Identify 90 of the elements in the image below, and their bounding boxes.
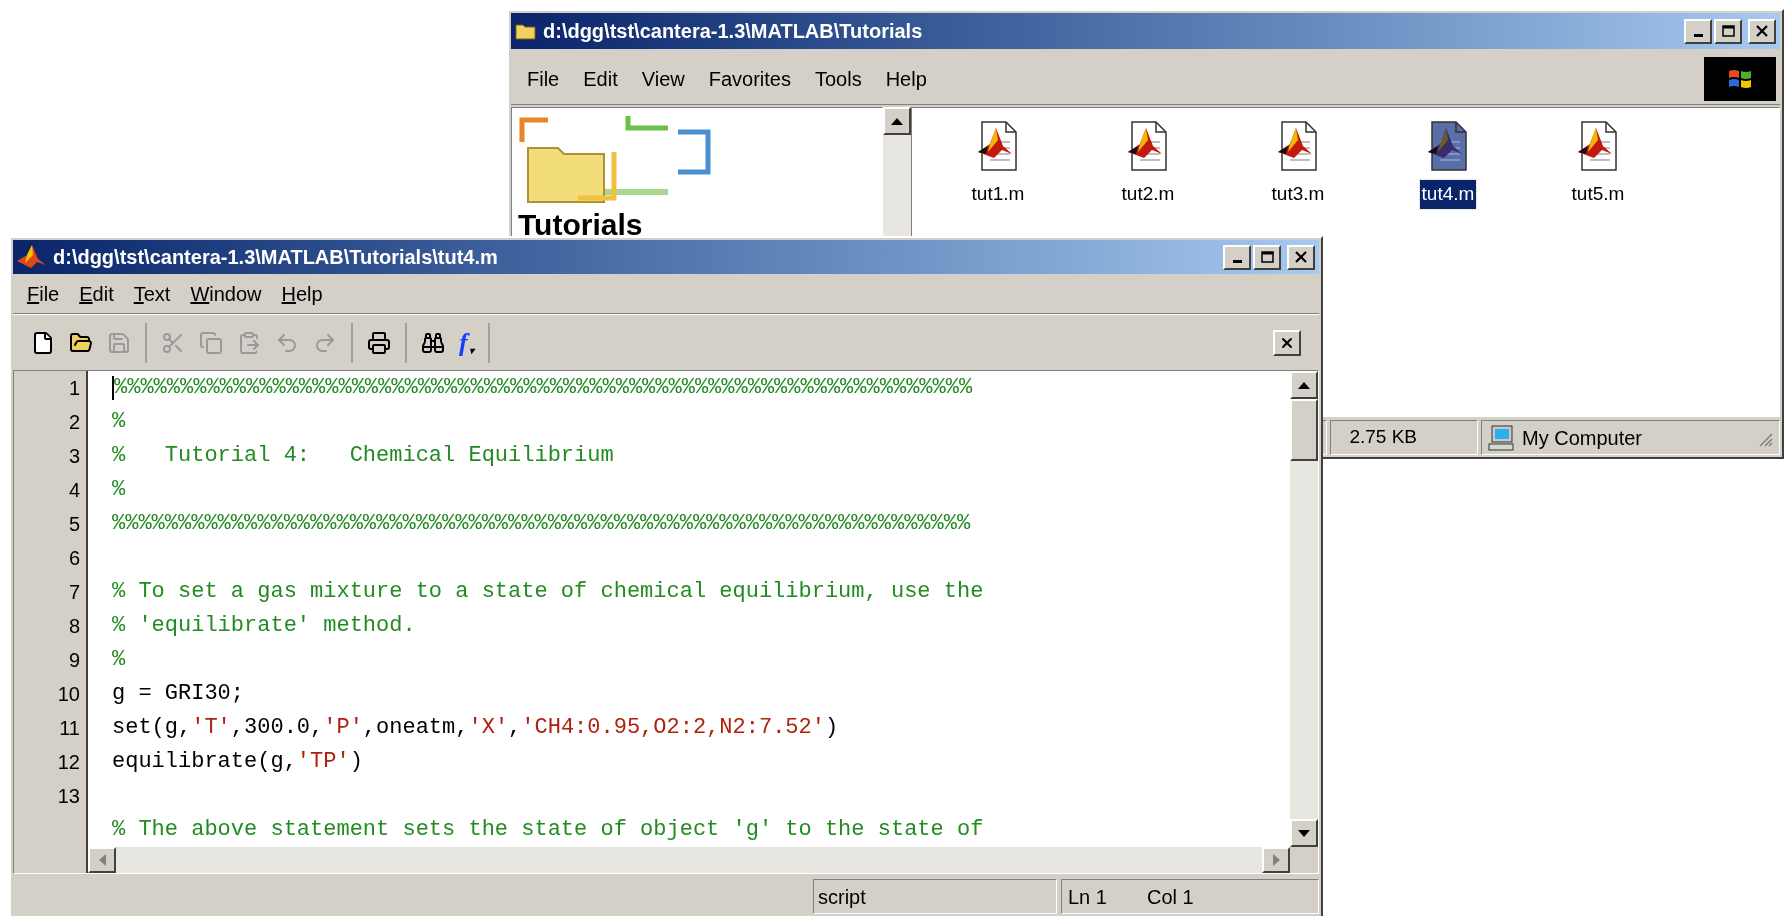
folder-icon: [515, 22, 537, 40]
code-editor[interactable]: [13, 370, 1319, 874]
menu-item[interactable]: View: [631, 63, 695, 94]
menu-item[interactable]: Edit: [71, 278, 122, 309]
maximize-icon: [1260, 251, 1274, 263]
maximize-button[interactable]: [1253, 244, 1281, 270]
windows-logo-icon: [1704, 56, 1776, 101]
binoculars-icon[interactable]: [421, 330, 445, 355]
menu-item[interactable]: Tools: [804, 63, 872, 94]
close-button[interactable]: [1287, 244, 1315, 270]
scroll-right-button[interactable]: [1262, 847, 1290, 873]
scroll-thumb[interactable]: [1290, 399, 1318, 461]
document-entry[interactable]: tut4.m: [1392, 120, 1504, 209]
file-size-text: 2.75 KB: [1349, 425, 1417, 450]
close-toolbar-button[interactable]: [1273, 329, 1301, 356]
menu-item[interactable]: Favorites: [698, 63, 801, 94]
code-line: equilibrate(g,'TP'): [112, 751, 363, 773]
code-line: % Tutorial 4: Chemical Equilibrium: [112, 445, 614, 467]
window-title: d:\dgg\tst\cantera-1.3\MATLAB\Tutorials\tut4.m: [53, 245, 499, 270]
matlab-file-icon: [1126, 120, 1170, 172]
code-line: set(g,'T',300.0,'P',oneatm,'X','CH4:0.95,O2:2,N2:7.52'): [112, 717, 839, 739]
line-number: 2: [68, 410, 80, 435]
line-number: 9: [68, 648, 80, 673]
line-number: 11: [59, 716, 80, 741]
scroll-left-button[interactable]: [88, 847, 116, 873]
code-line: g = GRI30;: [112, 683, 245, 705]
zone-text: My Computer: [1522, 425, 1644, 451]
matlab-file-icon: [1276, 120, 1320, 172]
matlab-file-icon: [976, 120, 1020, 172]
matlab-file-icon: [1576, 120, 1620, 172]
close-icon: [1756, 25, 1768, 37]
maximize-icon: [1721, 25, 1735, 37]
printer-icon[interactable]: [367, 330, 391, 355]
document-entry[interactable]: tut3.m: [1242, 120, 1354, 209]
code-line: %%%%%%%%%%%%%%%%%%%%%%%%%%%%%%%%%%%%%%%%%%%%%%%%%%%%%%%%%%%%%%%%%: [112, 513, 971, 535]
code-line: % To set a gas mixture to a state of chemical equilibrium, use the: [112, 581, 984, 603]
line-number: 10: [57, 682, 80, 707]
code-line: %%%%%%%%%%%%%%%%%%%%%%%%%%%%%%%%%%%%%%%%%%%%%%%%%%%%%%%%%%%%%%%%%: [114, 377, 973, 399]
document-entry[interactable]: tut1.m: [942, 120, 1054, 209]
document-entry[interactable]: tut2.m: [1092, 120, 1204, 209]
window-title: d:\dgg\tst\cantera-1.3\MATLAB\Tutorials: [543, 19, 924, 44]
column-position-text: Col 1: [1146, 884, 1194, 910]
minimize-button[interactable]: [1684, 18, 1712, 44]
arrow-down-icon: [1298, 829, 1310, 837]
maximize-button[interactable]: [1714, 18, 1742, 44]
line-number: 4: [68, 478, 80, 503]
document-entry[interactable]: tut5.m: [1542, 120, 1654, 209]
line-number: 6: [68, 546, 80, 571]
menu-item[interactable]: File: [19, 278, 68, 309]
menu-item[interactable]: Text: [125, 278, 179, 309]
menu-item[interactable]: Edit: [573, 63, 628, 94]
line-number: 7: [68, 580, 80, 605]
code-line: % 'equilibrate' method.: [112, 615, 416, 637]
close-icon: [1295, 251, 1307, 263]
vertical-scrollbar[interactable]: [1290, 371, 1318, 847]
menu-item[interactable]: Window: [182, 278, 270, 309]
function-button[interactable]: f▾: [459, 329, 474, 356]
menu-item[interactable]: Help: [273, 278, 331, 309]
line-number: 8: [68, 614, 80, 639]
line-number: 1: [68, 376, 80, 401]
code-line: %: [112, 649, 126, 671]
scroll-down-button[interactable]: [1290, 819, 1318, 847]
arrow-up-icon: [1298, 381, 1310, 389]
open-folder-icon[interactable]: [69, 330, 93, 355]
arrow-up-icon: [891, 117, 903, 125]
code-line: %: [112, 411, 126, 433]
menu-item[interactable]: File: [517, 63, 570, 94]
scroll-up-button[interactable]: [1290, 371, 1318, 399]
code-line: %: [112, 479, 126, 501]
minimize-button[interactable]: [1223, 244, 1251, 270]
matlab-logo-icon: [17, 245, 47, 269]
mode-text: script: [818, 884, 866, 910]
minimize-icon: [1693, 33, 1703, 37]
line-number: 13: [57, 784, 80, 809]
matlab-file-icon: [1426, 120, 1470, 172]
arrow-right-icon: [1272, 854, 1280, 866]
computer-icon: [1488, 424, 1516, 451]
scroll-up-button[interactable]: [883, 107, 911, 135]
line-number: 3: [68, 444, 80, 469]
line-number: 12: [57, 750, 80, 775]
new-file-icon[interactable]: [31, 330, 55, 355]
arrow-left-icon: [98, 854, 106, 866]
folder-heading: Tutorials: [518, 210, 644, 240]
horizontal-scrollbar[interactable]: [88, 847, 1290, 873]
menu-item[interactable]: Help: [875, 63, 937, 94]
minimize-icon: [1232, 259, 1242, 263]
code-line: % The above statement sets the state of object 'g' to the state of: [112, 819, 984, 841]
close-button[interactable]: [1748, 18, 1776, 44]
line-number: 5: [68, 512, 80, 537]
line-position-text: Ln 1: [1068, 884, 1107, 910]
